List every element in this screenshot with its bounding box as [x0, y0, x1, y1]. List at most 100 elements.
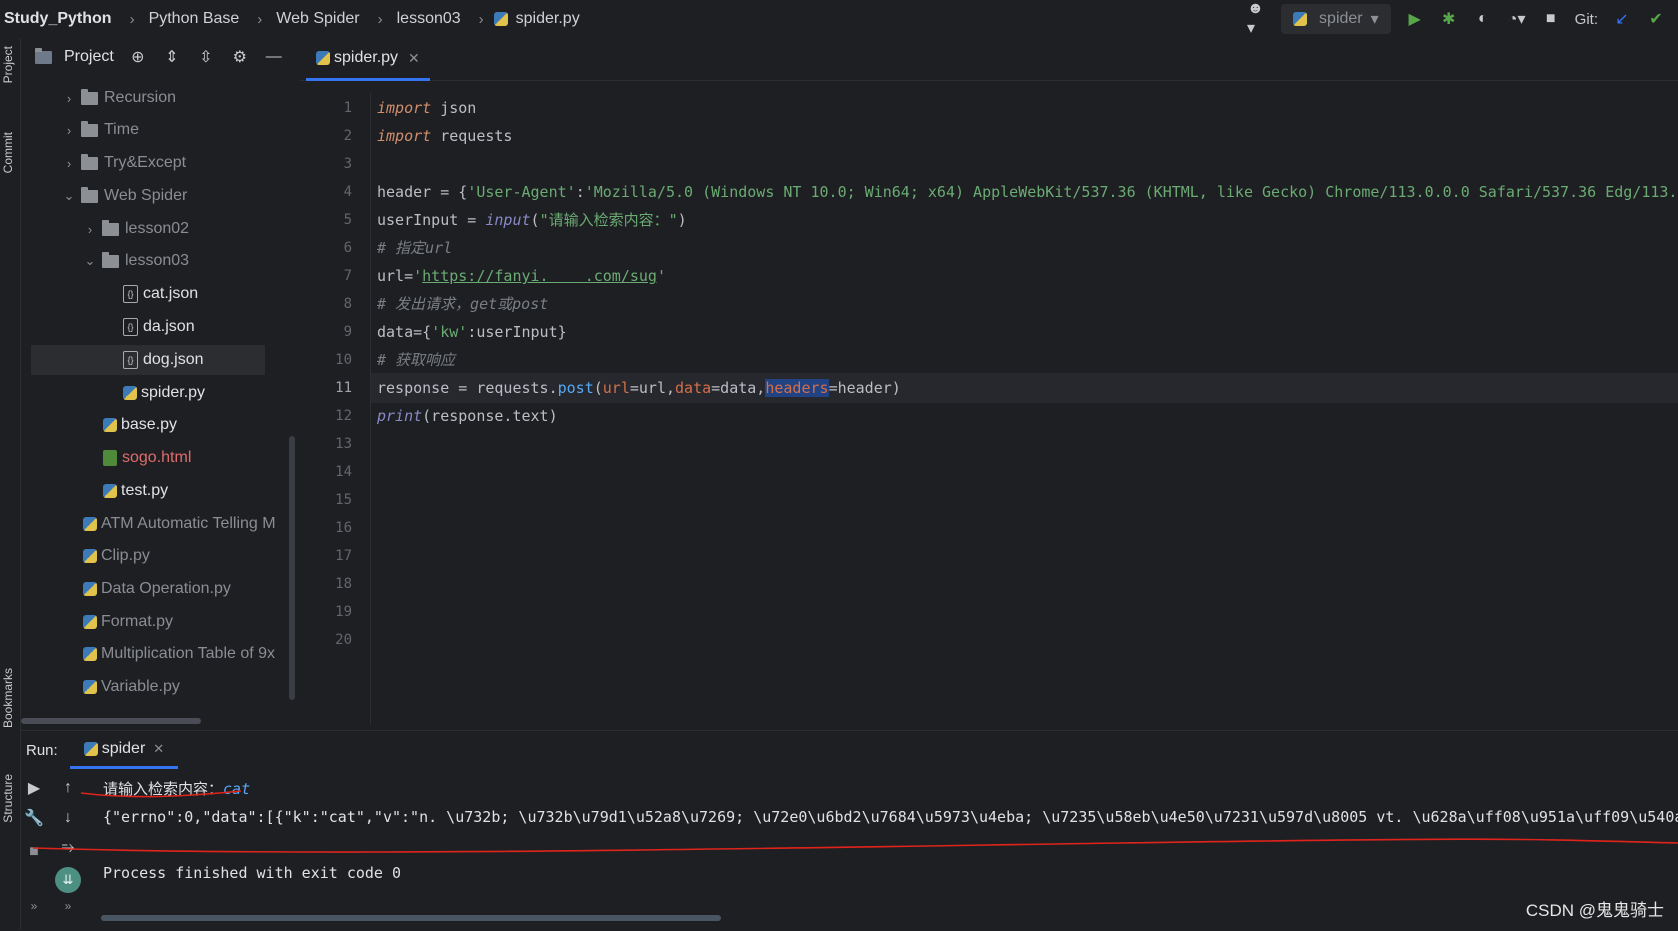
tree-item-label: cat.json	[143, 285, 199, 302]
tree-item-label: base.py	[121, 416, 178, 433]
close-icon[interactable]: ✕	[408, 50, 420, 67]
chevron-right-icon: ›	[257, 10, 263, 28]
watermark-text: CSDN @鬼鬼骑士	[1525, 901, 1664, 920]
python-file-icon	[103, 484, 117, 498]
tree-file-spider-py[interactable]: spider.py	[123, 378, 205, 408]
code-token: )	[677, 211, 687, 229]
line-number: 8	[343, 296, 352, 312]
code-token: input	[485, 211, 531, 229]
project-horizontal-scrollbar[interactable]	[21, 718, 201, 724]
tree-file-clip-py[interactable]: Clip.py	[83, 541, 150, 571]
code-token: header = {	[377, 183, 468, 201]
tree-file-atm[interactable]: ATM Automatic Telling M	[83, 509, 276, 539]
tree-file-da-json[interactable]: {} da.json	[123, 312, 195, 342]
tree-folder-lesson02[interactable]: › lesson02	[82, 214, 189, 244]
editor-tab-spider-py[interactable]: spider.py ✕	[306, 38, 430, 81]
python-file-icon	[83, 680, 97, 694]
chevron-right-icon: ›	[129, 10, 135, 28]
python-file-icon	[83, 549, 97, 563]
commit-tool-tab[interactable]: Commit	[1, 132, 15, 173]
tree-item-label: Try&Except	[104, 154, 187, 171]
line-number: 20	[335, 632, 352, 648]
run-icon[interactable]: ▶	[1405, 9, 1425, 29]
code-token: :userInput}	[467, 323, 567, 341]
git-update-icon[interactable]: ↙	[1612, 9, 1632, 29]
chevron-right-icon: ›	[478, 10, 484, 28]
url-link[interactable]: https://fanyi. .com/sug	[422, 267, 657, 285]
code-token: import	[377, 127, 432, 145]
breadcrumb-lesson03[interactable]: lesson03	[393, 10, 465, 28]
code-token: 'User-Agent'	[467, 183, 576, 201]
chevron-down-icon: ⌄	[63, 188, 75, 203]
hide-icon[interactable]: —	[264, 47, 284, 67]
top-navigation-bar: Study_Python › Python Base › Web Spider …	[0, 0, 1678, 38]
code-token: =url,	[629, 379, 676, 397]
tree-file-multiplication[interactable]: Multiplication Table of 9x	[83, 639, 275, 669]
tree-folder-lesson03[interactable]: ⌄ lesson03	[82, 246, 189, 276]
tree-item-label: lesson03	[125, 252, 190, 269]
code-line: data={'kw':userInput}	[377, 317, 567, 347]
chevron-down-icon: ⌄	[84, 253, 96, 268]
console-horizontal-scrollbar[interactable]	[101, 915, 721, 921]
tree-file-format-py[interactable]: Format.py	[83, 607, 173, 637]
tree-folder-web-spider[interactable]: ⌄ Web Spider	[61, 181, 187, 211]
tree-file-test-py[interactable]: test.py	[103, 476, 168, 506]
code-token: "请输入检索内容："	[539, 211, 678, 229]
profile-icon[interactable]: ◔▾	[1507, 9, 1527, 29]
breadcrumb-file[interactable]: spider.py	[512, 10, 584, 28]
line-number: 2	[343, 128, 352, 144]
code-token: response = requests.	[377, 379, 558, 397]
project-vertical-scrollbar[interactable]	[289, 436, 295, 700]
tree-file-base-py[interactable]: base.py	[103, 410, 177, 440]
project-panel-title[interactable]: Project	[64, 48, 114, 66]
run-panel: Run: spider ✕ ▶ ↑ 🔧 ↓ ■ ⥱ ⇊ » » 请输入检索内容：…	[21, 730, 1678, 931]
tree-file-variable-py[interactable]: Variable.py	[83, 672, 180, 702]
expand-all-icon[interactable]: ⇕	[162, 47, 182, 67]
breadcrumb: Study_Python › Python Base › Web Spider …	[0, 0, 584, 38]
tree-file-data-operation[interactable]: Data Operation.py	[83, 574, 231, 604]
debug-icon[interactable]: ✱	[1439, 9, 1459, 29]
folder-icon	[102, 251, 119, 268]
chevron-right-icon: ›	[66, 122, 72, 138]
tree-file-sogo-html[interactable]: sogo.html	[103, 443, 191, 473]
folder-icon	[81, 88, 98, 105]
project-tool-tab[interactable]: Project	[1, 46, 15, 83]
json-file-icon: {}	[123, 285, 138, 303]
code-line: userInput = input("请输入检索内容：")	[377, 205, 687, 235]
tree-file-dog-json[interactable]: {} dog.json	[31, 345, 265, 375]
code-text-area[interactable]: import json import requests header = {'U…	[370, 93, 1678, 725]
tree-folder-try-except[interactable]: › Try&Except	[61, 148, 186, 178]
python-file-icon	[316, 51, 330, 65]
tree-item-label: Variable.py	[101, 678, 180, 695]
line-number: 13	[335, 436, 352, 452]
locate-icon[interactable]: ⊕	[128, 47, 148, 67]
bookmarks-tool-tab[interactable]: Bookmarks	[1, 668, 15, 728]
tree-folder-time[interactable]: › Time	[61, 115, 139, 145]
folder-icon	[81, 153, 98, 170]
code-token: import	[377, 99, 432, 117]
stop-icon[interactable]: ■	[1541, 9, 1561, 29]
breadcrumb-web-spider[interactable]: Web Spider	[272, 10, 363, 28]
folder-icon	[81, 186, 98, 203]
tree-item-label: ATM Automatic Telling M	[101, 515, 276, 532]
gear-icon[interactable]: ⚙	[230, 47, 250, 67]
collapse-all-icon[interactable]: ⇳	[196, 47, 216, 67]
breadcrumb-python-base[interactable]: Python Base	[145, 10, 244, 28]
code-line: # 发出请求，get或post	[377, 295, 549, 313]
selected-token: headers	[765, 379, 829, 397]
code-token: (	[530, 211, 540, 229]
tree-folder-recursion[interactable]: › Recursion	[61, 83, 176, 113]
code-line: response = requests.post(url=url,data=da…	[377, 373, 901, 403]
user-icon[interactable]: ☻▾	[1247, 0, 1267, 37]
tree-file-cat-json[interactable]: {} cat.json	[123, 279, 198, 309]
run-configuration-select[interactable]: spider ▾	[1281, 4, 1391, 34]
code-token: 'Mozilla/5.0 (Windows NT 10.0; Win64; x6…	[584, 183, 1678, 201]
code-token: :	[575, 183, 585, 201]
coverage-icon[interactable]: ◐	[1473, 9, 1493, 29]
structure-tool-tab[interactable]: Structure	[1, 774, 15, 823]
breadcrumb-project[interactable]: Study_Python	[0, 10, 116, 28]
chevron-right-icon: ›	[377, 10, 383, 28]
python-file-icon	[83, 615, 97, 629]
python-file-icon	[83, 517, 97, 531]
git-commit-icon[interactable]: ✔	[1646, 9, 1666, 29]
